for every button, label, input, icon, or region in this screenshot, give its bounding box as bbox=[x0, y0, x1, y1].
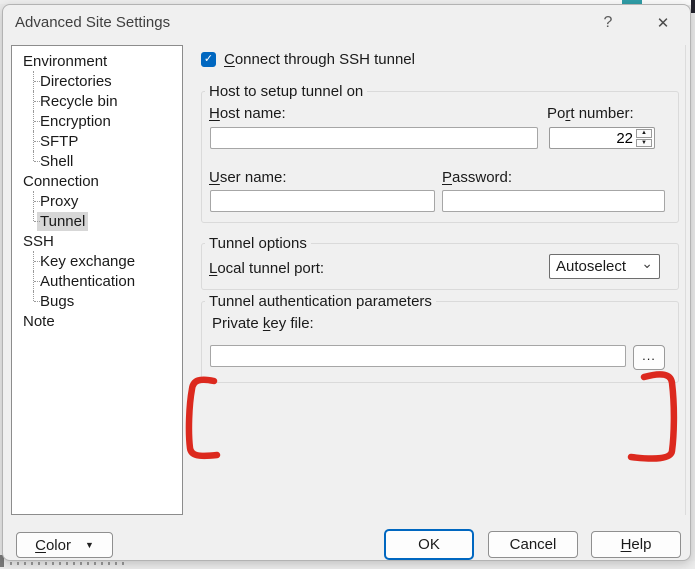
sidebar-item-label: Tunnel bbox=[37, 212, 88, 231]
host-name-input[interactable] bbox=[210, 127, 538, 149]
sidebar-item-sftp[interactable]: SFTP bbox=[12, 131, 182, 151]
color-button[interactable]: Color ▼ bbox=[16, 532, 113, 558]
group-host-to-setup-tunnel-on: Host to setup tunnel on Host name: Port … bbox=[201, 91, 679, 223]
sidebar-item-label: Encryption bbox=[37, 112, 114, 131]
content-right-edge-line bbox=[685, 45, 686, 515]
browse-button[interactable]: ... bbox=[633, 345, 665, 370]
sidebar-item-directories[interactable]: Directories bbox=[12, 71, 182, 91]
cancel-button-label: Cancel bbox=[510, 536, 557, 553]
sidebar-item-shell[interactable]: Shell bbox=[12, 151, 182, 171]
titlebar-close-button[interactable]: ✕ bbox=[651, 11, 675, 35]
local-tunnel-port-label: Local tunnel port: bbox=[209, 260, 324, 277]
sidebar-item-environment[interactable]: Environment bbox=[12, 51, 182, 71]
private-key-file-label: Private key file: bbox=[212, 315, 314, 332]
advanced-site-settings-dialog: Advanced Site Settings ? ✕ EnvironmentDi… bbox=[2, 4, 691, 561]
sidebar-item-authentication[interactable]: Authentication bbox=[12, 271, 182, 291]
spin-up-icon: ▲ bbox=[641, 130, 647, 136]
chevron-down-icon: ⌄ bbox=[641, 255, 653, 272]
group-tunnel-authentication-parameters: Tunnel authentication parameters Private… bbox=[201, 301, 679, 383]
group-title: Tunnel options bbox=[205, 235, 311, 252]
selected-option: Autoselect bbox=[556, 258, 626, 275]
sidebar-item-label: Authentication bbox=[37, 272, 138, 291]
sidebar-item-label: Shell bbox=[37, 152, 76, 171]
host-name-label: Host name: bbox=[209, 105, 286, 122]
spin-down-button[interactable]: ▼ bbox=[636, 139, 652, 148]
check-icon: ✓ bbox=[204, 54, 213, 65]
ok-button[interactable]: OK bbox=[384, 529, 474, 560]
help-button[interactable]: Help bbox=[591, 531, 681, 558]
sidebar-item-label: Recycle bin bbox=[37, 92, 121, 111]
titlebar-help-button[interactable]: ? bbox=[596, 11, 620, 35]
question-icon: ? bbox=[604, 14, 613, 32]
user-name-label: User name: bbox=[209, 169, 287, 186]
sidebar-item-label: SSH bbox=[20, 232, 57, 251]
ok-button-label: OK bbox=[418, 536, 440, 553]
port-number-spinner: ▲ ▼ bbox=[549, 127, 655, 149]
ellipsis-icon: ... bbox=[642, 348, 656, 363]
sidebar-item-note[interactable]: Note bbox=[12, 311, 182, 331]
password-label: Password: bbox=[442, 169, 512, 186]
sidebar-item-label: Proxy bbox=[37, 192, 81, 211]
private-key-file-input[interactable] bbox=[210, 345, 626, 367]
sidebar-item-proxy[interactable]: Proxy bbox=[12, 191, 182, 211]
group-title: Tunnel authentication parameters bbox=[205, 293, 436, 310]
sidebar-item-key-exchange[interactable]: Key exchange bbox=[12, 251, 182, 271]
sidebar-item-bugs[interactable]: Bugs bbox=[12, 291, 182, 311]
titlebar[interactable]: Advanced Site Settings ? ✕ bbox=[3, 5, 690, 41]
cancel-button[interactable]: Cancel bbox=[488, 531, 578, 558]
user-name-input[interactable] bbox=[210, 190, 435, 212]
color-button-label: Color bbox=[35, 537, 71, 554]
dropdown-arrow-icon: ▼ bbox=[85, 540, 94, 550]
sidebar-item-label: Bugs bbox=[37, 292, 77, 311]
close-icon: ✕ bbox=[657, 14, 670, 32]
sidebar-item-recycle-bin[interactable]: Recycle bin bbox=[12, 91, 182, 111]
help-button-label: Help bbox=[621, 536, 652, 553]
connect-through-ssh-tunnel-checkbox[interactable]: ✓ bbox=[201, 52, 216, 67]
sidebar-item-label: Environment bbox=[20, 52, 110, 71]
background-window-fragment-bottom-ticks bbox=[10, 562, 128, 565]
settings-tree: EnvironmentDirectoriesRecycle binEncrypt… bbox=[11, 45, 183, 515]
sidebar-item-label: Key exchange bbox=[37, 252, 138, 271]
screen: Advanced Site Settings ? ✕ EnvironmentDi… bbox=[0, 0, 695, 569]
connect-through-ssh-tunnel-label[interactable]: Connect through SSH tunnel bbox=[224, 51, 415, 68]
port-number-label: Port number: bbox=[547, 105, 634, 122]
local-tunnel-port-select[interactable]: Autoselect ⌄ bbox=[549, 254, 660, 279]
sidebar-item-label: SFTP bbox=[37, 132, 81, 151]
sidebar-item-encryption[interactable]: Encryption bbox=[12, 111, 182, 131]
sidebar-item-ssh[interactable]: SSH bbox=[12, 231, 182, 251]
group-title: Host to setup tunnel on bbox=[205, 83, 367, 100]
spin-up-button[interactable]: ▲ bbox=[636, 129, 652, 138]
background-dark-fragment-top-right bbox=[691, 0, 695, 13]
sidebar-item-label: Directories bbox=[37, 72, 115, 91]
sidebar-item-connection[interactable]: Connection bbox=[12, 171, 182, 191]
sidebar-item-label: Note bbox=[20, 312, 58, 331]
spin-buttons: ▲ ▼ bbox=[636, 129, 652, 147]
dialog-title: Advanced Site Settings bbox=[15, 14, 170, 31]
spin-down-icon: ▼ bbox=[641, 140, 647, 146]
sidebar-item-label: Connection bbox=[20, 172, 102, 191]
sidebar-item-tunnel[interactable]: Tunnel bbox=[12, 211, 182, 231]
group-tunnel-options: Tunnel options Local tunnel port: Autose… bbox=[201, 243, 679, 290]
password-input[interactable] bbox=[442, 190, 665, 212]
